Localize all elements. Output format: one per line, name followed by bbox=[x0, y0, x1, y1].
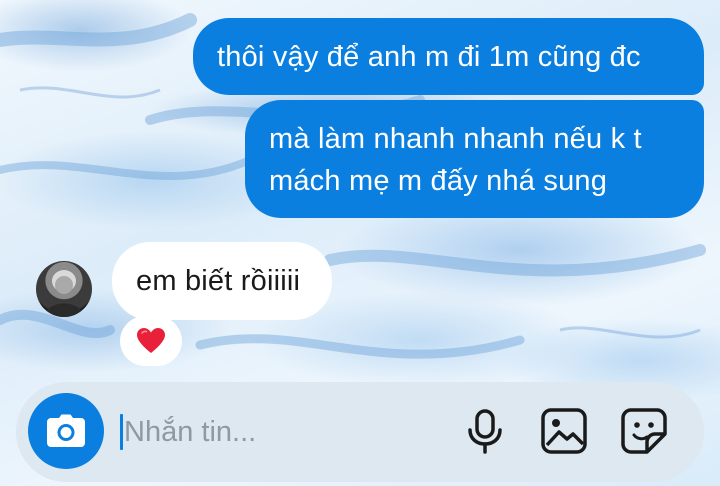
camera-icon bbox=[47, 414, 85, 447]
microphone-icon bbox=[468, 409, 502, 454]
incoming-message-bubble[interactable]: em biết rồiiiii bbox=[112, 242, 332, 320]
message-text: em biết rồiiiii bbox=[136, 265, 301, 297]
image-button[interactable] bbox=[539, 406, 589, 456]
message-text-line: mà làm nhanh nhanh nếu k t bbox=[269, 123, 642, 155]
message-text: thôi vậy để anh m đi 1m cũng đc bbox=[217, 41, 641, 73]
camera-button[interactable] bbox=[28, 393, 104, 469]
contact-avatar[interactable] bbox=[36, 261, 92, 317]
message-input[interactable] bbox=[124, 410, 424, 454]
outgoing-message-bubble[interactable]: thôi vậy để anh m đi 1m cũng đc bbox=[193, 18, 704, 95]
sticker-button[interactable] bbox=[619, 406, 669, 456]
sticker-icon bbox=[621, 408, 667, 454]
microphone-button[interactable] bbox=[460, 406, 510, 456]
message-text-line: mách mẹ m đấy nhá sung bbox=[269, 165, 608, 197]
heart-reaction-badge[interactable] bbox=[120, 316, 182, 366]
outgoing-message-bubble[interactable]: mà làm nhanh nhanh nếu k t mách mẹ m đấy… bbox=[245, 100, 704, 218]
image-icon bbox=[541, 408, 587, 454]
heart-icon bbox=[137, 328, 165, 353]
text-cursor bbox=[120, 414, 123, 450]
